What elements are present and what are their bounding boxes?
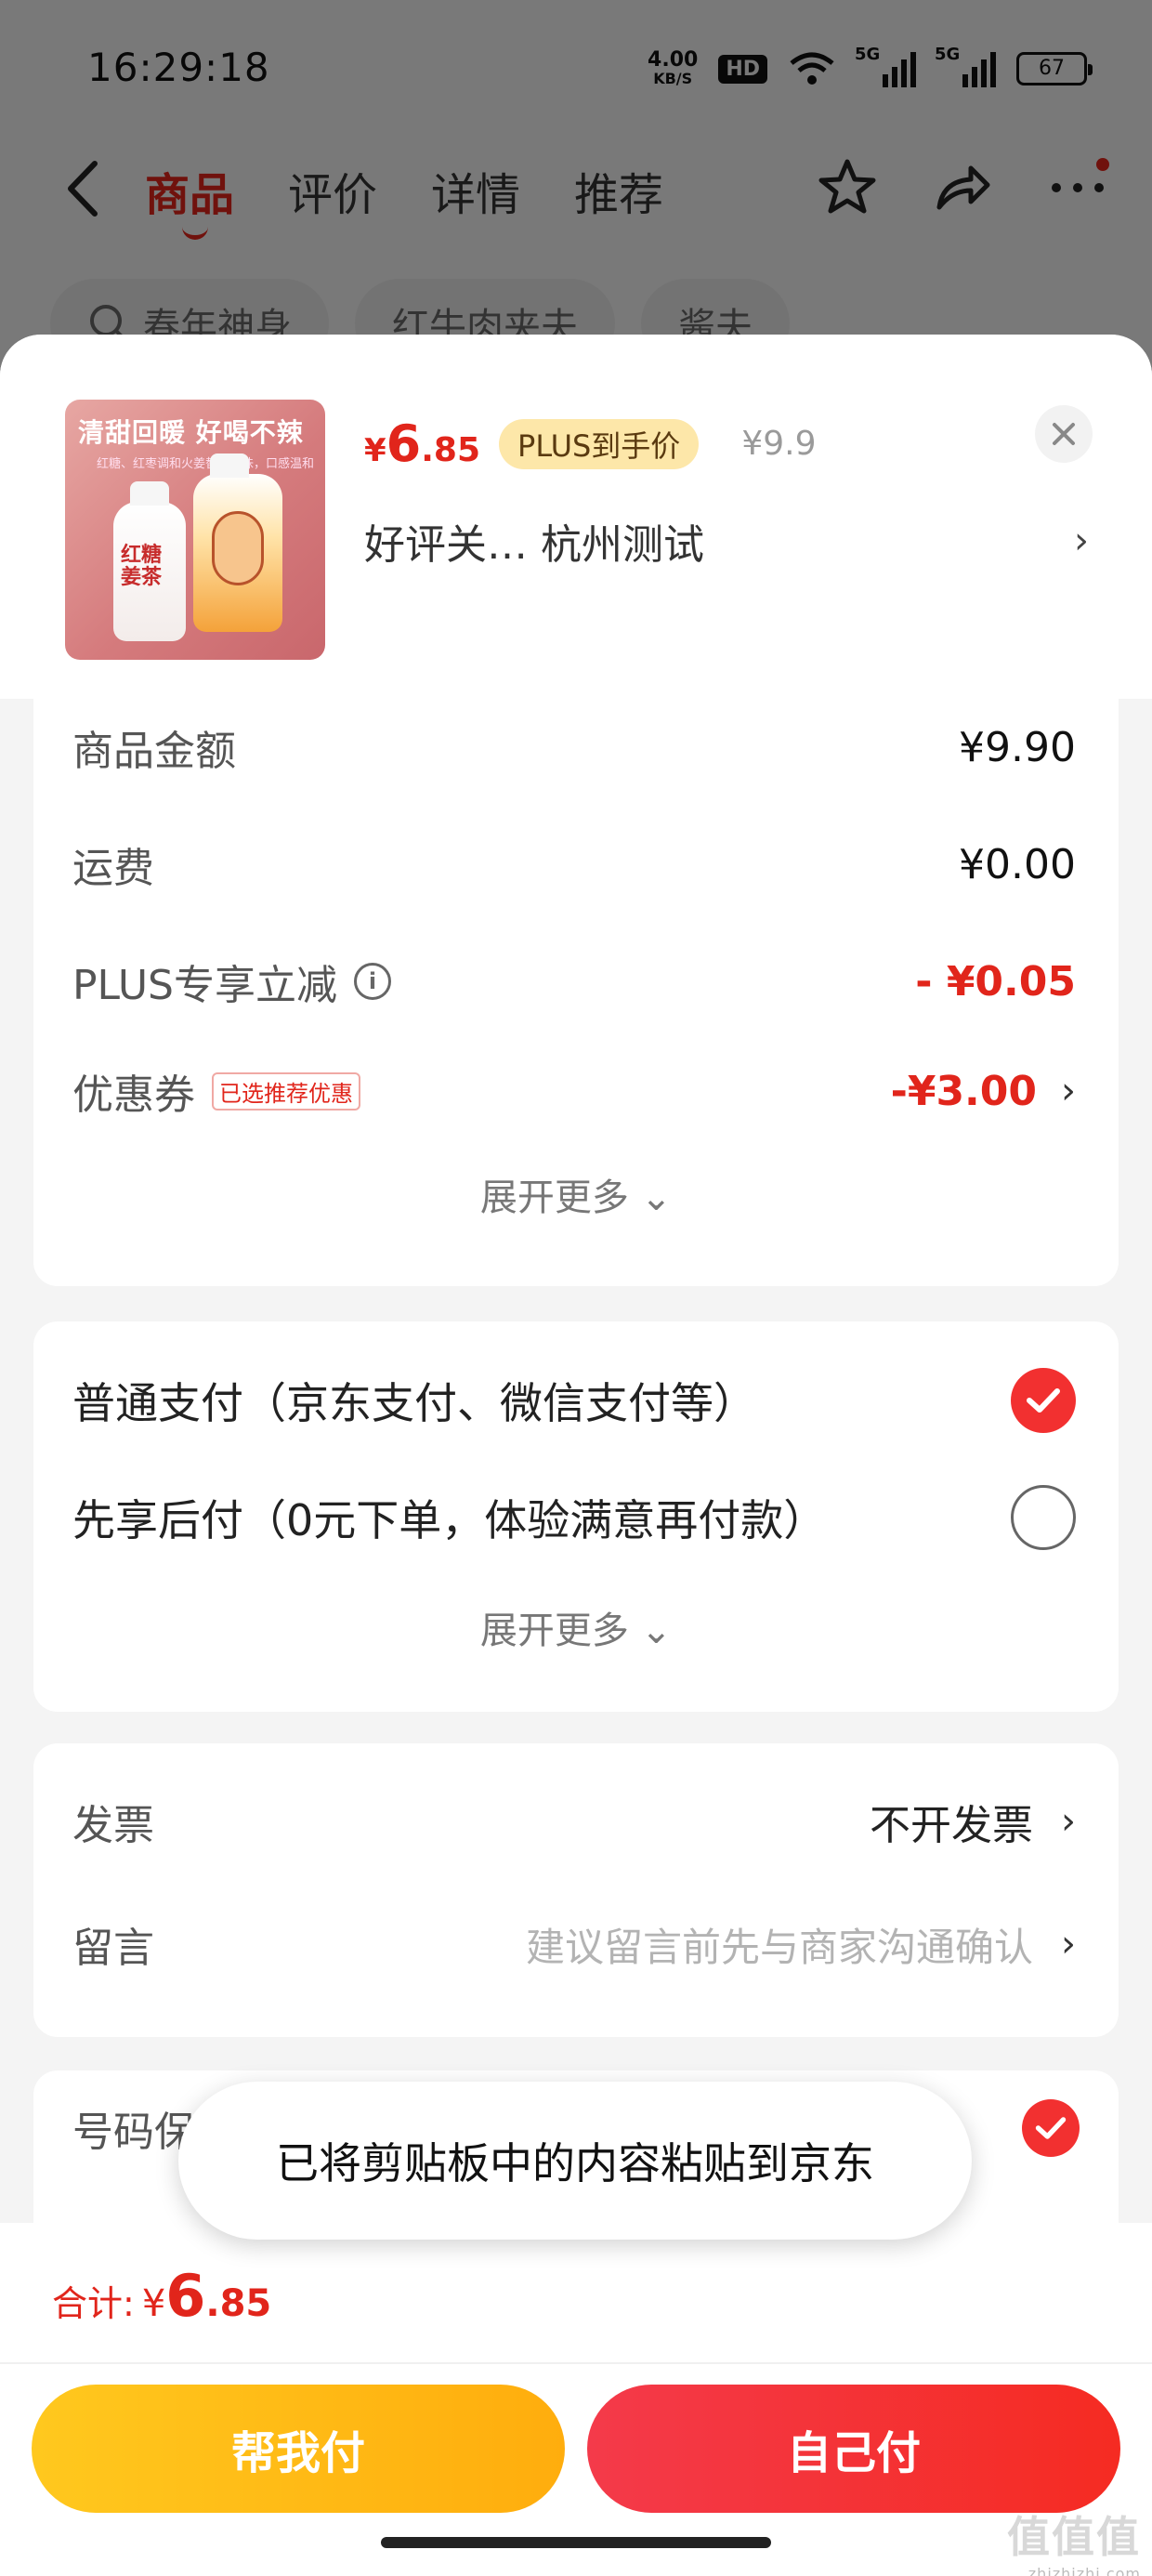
fee-card: 商品金额 ¥9.90 运费 ¥0.00 PLUS专享立减 i - ¥0.05 优… [33,699,1119,1286]
radio-checked[interactable] [1011,1368,1076,1433]
total-symbol: ¥ [141,2282,166,2325]
extra-card: 发票 不开发票 › 留言 建议留言前先与商家沟通确认 › [33,1743,1119,2037]
product-image-banner: 清甜回暖 好喝不辣 [78,417,304,448]
info-icon[interactable]: i [354,963,391,1000]
message-row[interactable]: 留言 建议留言前先与商家沟通确认 › [72,1914,1076,1974]
shipping-row: 运费 ¥0.00 [72,835,1076,894]
chevron-right-icon: › [1074,519,1089,562]
price-decimal: .85 [421,431,481,469]
total-label: 合计: [52,2283,135,2324]
bottle-graphic: 红糖姜茶 [113,481,186,641]
close-button[interactable] [1035,405,1093,463]
chevron-right-icon: › [1061,1070,1076,1112]
payment-option-normal[interactable]: 普通支付（京东支付、微信支付等） [72,1368,1076,1433]
invoice-label: 发票 [72,1802,154,1849]
plus-price-tag: PLUS到手价 [499,418,700,469]
bottle-label: 红糖姜茶 [121,544,163,589]
coupon-label-wrap: 优惠券 已选推荐优惠 [72,1061,360,1121]
original-price: ¥9.9 [741,425,817,463]
radio-unchecked[interactable] [1011,1485,1076,1550]
close-icon [1053,423,1075,445]
product-image-subtitle: 红糖、红枣调和火姜替的本味，口感温和 [97,457,315,471]
help-me-pay-button[interactable]: 帮我付 [32,2385,565,2513]
goods-amount-label: 商品金额 [72,728,236,775]
spec-selector[interactable]: 好评关… 杭州测试 › [364,511,1089,571]
watermark: 值值值 zhizhizhi.com [992,2504,1141,2576]
bottle-graphic [193,453,282,632]
spec-text: 好评关… 杭州测试 [364,521,704,569]
invoice-value-wrap: 不开发票 › [870,1792,1076,1851]
payment-card: 普通支付（京东支付、微信支付等） 先享后付（0元下单，体验满意再付款） 展开更多… [33,1321,1119,1712]
coupon-value-wrap: -¥3.00 › [891,1068,1076,1115]
shipping-value: ¥0.00 [959,840,1076,888]
chevron-right-icon: › [1061,1800,1076,1843]
payment-option-normal-label: 普通支付（京东支付、微信支付等） [72,1378,756,1428]
payment-option-later[interactable]: 先享后付（0元下单，体验满意再付款） [72,1485,1076,1550]
invoice-value: 不开发票 [870,1802,1033,1849]
plus-discount-value: - ¥0.05 [915,957,1076,1005]
plus-discount-row: PLUS专享立减 i - ¥0.05 [72,952,1076,1011]
payment-expand-more[interactable]: 展开更多 ⌄ [33,1600,1119,1654]
price-integer: 6 [386,414,422,473]
radio-checked[interactable] [1022,2099,1080,2157]
dim-overlay[interactable] [0,0,1152,390]
clipboard-toast: 已将剪贴板中的内容粘贴到京东 [178,2082,972,2240]
coupon-recommended-tag: 已选推荐优惠 [212,1071,360,1111]
total-decimal: .85 [205,2282,272,2325]
message-value-wrap: 建议留言前先与商家沟通确认 › [526,1916,1076,1973]
coupon-value: -¥3.00 [890,1067,1037,1115]
coupon-row[interactable]: 优惠券 已选推荐优惠 -¥3.00 › [72,1061,1076,1121]
fee-expand-more[interactable]: 展开更多 ⌄ [33,1167,1119,1221]
check-icon [1035,2117,1067,2139]
check-icon [1027,1388,1060,1413]
watermark-site: zhizhizhi.com [1028,2565,1141,2576]
home-indicator[interactable] [381,2537,771,2548]
invoice-row[interactable]: 发票 不开发票 › [72,1792,1076,1851]
current-price: ¥6.85 [364,414,480,473]
coupon-label: 优惠券 [72,1071,195,1119]
payment-option-later-label: 先享后付（0元下单，体验满意再付款） [72,1495,827,1545]
total-integer: 6 [165,2262,206,2330]
total-amount: 合计: ¥ 6 .85 [52,2262,271,2330]
shipping-label: 运费 [72,845,154,892]
total-bar: 合计: ¥ 6 .85 [0,2223,1152,2364]
price-line: ¥6.85 PLUS到手价 ¥9.9 [364,414,816,473]
pay-myself-button[interactable]: 自己付 [587,2385,1120,2513]
background-page: 16:29:18 4.00 KB/S HD 5G 5G 67 [0,0,1152,390]
watermark-logo: 值值值 [1007,2512,1141,2562]
product-header: 清甜回暖 好喝不辣 红糖、红枣调和火姜替的本味，口感温和 红糖姜茶 ¥6.85 … [0,335,1152,699]
message-label: 留言 [72,1925,154,1972]
goods-amount-value: ¥9.90 [959,723,1076,771]
goods-amount-row: 商品金额 ¥9.90 [72,717,1076,777]
plus-discount-label: PLUS专享立减 [72,962,337,1009]
chevron-right-icon: › [1061,1923,1076,1965]
product-image: 清甜回暖 好喝不辣 红糖、红枣调和火姜替的本味，口感温和 红糖姜茶 [65,400,325,660]
plus-discount-label-wrap: PLUS专享立减 i [72,952,391,1011]
number-protect-label: 号码保 [72,2109,195,2156]
price-symbol: ¥ [364,432,386,469]
message-placeholder: 建议留言前先与商家沟通确认 [525,1924,1033,1970]
